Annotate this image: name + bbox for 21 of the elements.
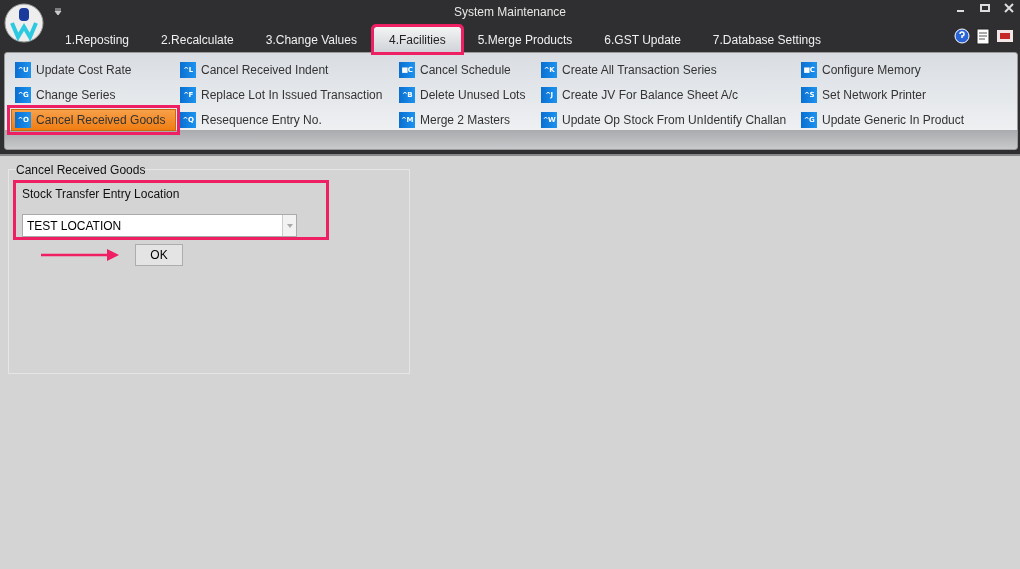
ribbon-tab[interactable]: 1.Reposting [50,27,145,52]
window-title: System Maintenance [453,5,567,19]
arrow-icon [41,249,121,261]
ribbon-tab[interactable]: 2.Recalculate [146,27,249,52]
field-label: Stock Transfer Entry Location [22,187,181,201]
ok-button[interactable]: OK [135,244,183,266]
quick-access-icon[interactable] [54,8,62,16]
close-icon[interactable] [1004,3,1014,13]
location-dropdown[interactable]: TEST LOCATION [22,214,297,237]
ribbon-tab[interactable]: 7.Database Settings [697,27,836,52]
help-icon[interactable] [954,28,970,44]
ribbon-tab[interactable]: 5.Merge Products [462,27,588,52]
exit-icon[interactable] [996,28,1014,44]
maximize-icon[interactable] [980,3,990,13]
document-icon[interactable] [976,28,990,45]
ribbon-tab[interactable]: 6.GST Update [589,27,696,52]
logo-icon [4,3,44,43]
ribbon-tab[interactable]: 4.Facilities [373,27,461,52]
caret-icon [286,223,293,228]
group-title: Cancel Received Goods [16,163,146,177]
ribbon-tab[interactable]: 3.Change Values [250,27,372,52]
